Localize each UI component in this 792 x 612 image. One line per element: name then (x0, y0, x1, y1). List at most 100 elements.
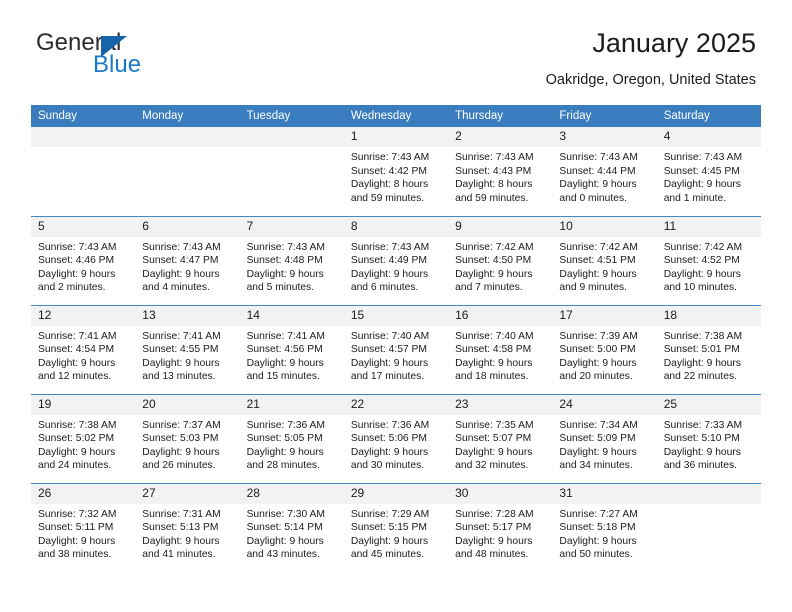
day-details: Sunrise: 7:28 AM Sunset: 5:17 PM Daylight:… (448, 504, 552, 562)
day-number: 22 (343, 394, 449, 415)
calendar-day-cell[interactable]: 27 Sunrise: 7:31 AM Sunset: 5:13 PM Dayligh… (135, 482, 240, 572)
sunset-text: Sunset: 4:54 PM (38, 344, 115, 356)
calendar-day-cell[interactable]: 24 Sunrise: 7:34 AM Sunset: 5:09 PM Dayligh… (552, 393, 657, 483)
sunset-text: Sunset: 4:52 PM (663, 255, 740, 267)
calendar-week-row: 26 Sunrise: 7:32 AM Sunset: 5:11 PM Dayligh… (31, 482, 761, 572)
daylight-text-line1: Daylight: 9 hours (38, 446, 116, 458)
calendar-day-cell[interactable]: 21 Sunrise: 7:36 AM Sunset: 5:05 PM Dayligh… (239, 393, 344, 483)
calendar-day-cell[interactable]: 22 Sunrise: 7:36 AM Sunset: 5:06 PM Dayligh… (343, 393, 449, 483)
daylight-text-line2: and 43 minutes. (246, 549, 320, 561)
calendar-day-cell[interactable]: 11 Sunrise: 7:42 AM Sunset: 4:52 PM Dayligh… (656, 215, 761, 305)
calendar-day-cell[interactable]: 25 Sunrise: 7:33 AM Sunset: 5:10 PM Dayligh… (656, 393, 761, 483)
calendar-day-cell[interactable]: 28 Sunrise: 7:30 AM Sunset: 5:14 PM Dayligh… (239, 482, 344, 572)
calendar-day-cell[interactable]: 17 Sunrise: 7:39 AM Sunset: 5:00 PM Dayligh… (552, 304, 657, 394)
daylight-text-line2: and 41 minutes. (142, 549, 216, 561)
daylight-text-line1: Daylight: 9 hours (142, 446, 220, 458)
calendar-day-cell[interactable]: 2 Sunrise: 7:43 AM Sunset: 4:43 PM Daylight… (448, 127, 553, 216)
sunrise-text: Sunrise: 7:38 AM (38, 419, 117, 431)
daylight-text-line2: and 36 minutes. (663, 460, 737, 472)
sunrise-text: Sunrise: 7:36 AM (350, 419, 430, 431)
calendar-week-row: 5 Sunrise: 7:43 AM Sunset: 4:46 PM Daylight… (31, 215, 761, 305)
day-details: Sunrise: 7:33 AM Sunset: 5:10 PM Daylight:… (657, 415, 761, 473)
calendar-day-cell[interactable]: 7 Sunrise: 7:43 AM Sunset: 4:48 PM Daylight… (239, 215, 344, 305)
calendar-day-cell[interactable]: 23 Sunrise: 7:35 AM Sunset: 5:07 PM Dayligh… (448, 393, 553, 483)
calendar-day-cell[interactable]: 3 Sunrise: 7:43 AM Sunset: 4:44 PM Daylight… (552, 127, 657, 216)
calendar-day-cell[interactable]: 16 Sunrise: 7:40 AM Sunset: 4:58 PM Dayligh… (448, 304, 553, 394)
calendar-day-cell[interactable]: 5 Sunrise: 7:43 AM Sunset: 4:46 PM Daylight… (31, 215, 136, 305)
calendar-day-cell[interactable]: 1 Sunrise: 7:43 AM Sunset: 4:42 PM Daylight… (343, 127, 449, 216)
day-number: 23 (448, 394, 553, 415)
calendar-day-cell[interactable]: 29 Sunrise: 7:29 AM Sunset: 5:15 PM Dayligh… (343, 482, 449, 572)
calendar-day-cell-empty (31, 127, 136, 216)
daylight-text-line2: and 6 minutes. (350, 282, 419, 294)
weekday-header-monday: Monday (135, 105, 240, 127)
day-number: 16 (448, 305, 553, 326)
daylight-text-line1: Daylight: 9 hours (246, 535, 324, 547)
sunset-text: Sunset: 4:45 PM (663, 165, 740, 177)
calendar-day-cell[interactable]: 8 Sunrise: 7:43 AM Sunset: 4:49 PM Daylight… (343, 215, 449, 305)
daylight-text-line2: and 50 minutes. (559, 549, 633, 561)
day-number (239, 127, 344, 147)
daylight-text-line1: Daylight: 8 hours (455, 179, 533, 191)
sunrise-sunset-calendar: Sunday Monday Tuesday Wednesday Thursday… (31, 105, 761, 572)
day-details: Sunrise: 7:43 AM Sunset: 4:48 PM Daylight:… (240, 237, 344, 295)
day-details: Sunrise: 7:43 AM Sunset: 4:49 PM Daylight:… (344, 237, 448, 295)
sunset-text: Sunset: 4:55 PM (142, 344, 219, 356)
calendar-day-cell[interactable]: 6 Sunrise: 7:43 AM Sunset: 4:47 PM Daylight… (135, 215, 240, 305)
sunrise-text: Sunrise: 7:40 AM (455, 330, 534, 342)
calendar-day-cell[interactable]: 9 Sunrise: 7:42 AM Sunset: 4:50 PM Daylight… (448, 215, 553, 305)
sunrise-text: Sunrise: 7:34 AM (559, 419, 638, 431)
sunset-text: Sunset: 5:10 PM (663, 433, 740, 445)
sunset-text: Sunset: 5:02 PM (38, 433, 115, 445)
sunrise-text: Sunrise: 7:42 AM (455, 241, 534, 253)
day-number: 4 (656, 127, 761, 147)
calendar-day-cell[interactable]: 30 Sunrise: 7:28 AM Sunset: 5:17 PM Dayligh… (448, 482, 553, 572)
calendar-day-cell[interactable]: 14 Sunrise: 7:41 AM Sunset: 4:56 PM Dayligh… (239, 304, 344, 394)
daylight-text-line2: and 12 minutes. (38, 371, 112, 383)
calendar-day-cell[interactable]: 12 Sunrise: 7:41 AM Sunset: 4:54 PM Dayligh… (31, 304, 136, 394)
calendar-week-row: 1 Sunrise: 7:43 AM Sunset: 4:42 PM Daylight… (31, 127, 761, 216)
daylight-text-line1: Daylight: 9 hours (455, 535, 533, 547)
generalblue-logo[interactable]: General Blue (36, 30, 216, 90)
daylight-text-line2: and 13 minutes. (142, 371, 216, 383)
calendar-day-cell[interactable]: 26 Sunrise: 7:32 AM Sunset: 5:11 PM Dayligh… (31, 482, 136, 572)
sunrise-text: Sunrise: 7:43 AM (455, 152, 534, 163)
day-number: 5 (31, 216, 136, 237)
calendar-day-cell[interactable]: 31 Sunrise: 7:27 AM Sunset: 5:18 PM Dayligh… (552, 482, 657, 572)
sunrise-text: Sunrise: 7:30 AM (246, 508, 325, 520)
weekday-header-thursday: Thursday (448, 105, 553, 127)
sunrise-text: Sunrise: 7:42 AM (663, 241, 743, 253)
daylight-text-line1: Daylight: 9 hours (455, 268, 533, 280)
sunrise-text: Sunrise: 7:43 AM (350, 241, 430, 253)
day-number: 7 (239, 216, 344, 237)
calendar-day-cell[interactable]: 19 Sunrise: 7:38 AM Sunset: 5:02 PM Dayligh… (31, 393, 136, 483)
calendar-day-cell[interactable]: 4 Sunrise: 7:43 AM Sunset: 4:45 PM Daylight… (656, 127, 761, 216)
sunset-text: Sunset: 4:42 PM (350, 165, 427, 177)
daylight-text-line2: and 28 minutes. (246, 460, 320, 472)
weekday-header-tuesday: Tuesday (239, 105, 344, 127)
daylight-text-line1: Daylight: 9 hours (663, 179, 741, 191)
calendar-day-cell[interactable]: 20 Sunrise: 7:37 AM Sunset: 5:03 PM Dayligh… (135, 393, 240, 483)
day-number: 29 (343, 483, 449, 504)
sunrise-text: Sunrise: 7:36 AM (246, 419, 325, 431)
day-details: Sunrise: 7:32 AM Sunset: 5:11 PM Daylight:… (31, 504, 135, 562)
day-number: 31 (552, 483, 657, 504)
calendar-day-cell[interactable]: 13 Sunrise: 7:41 AM Sunset: 4:55 PM Dayligh… (135, 304, 240, 394)
sunset-text: Sunset: 5:00 PM (559, 344, 636, 356)
day-details: Sunrise: 7:31 AM Sunset: 5:13 PM Daylight:… (135, 504, 239, 562)
calendar-day-cell[interactable]: 18 Sunrise: 7:38 AM Sunset: 5:01 PM Dayligh… (656, 304, 761, 394)
calendar-page: General Blue January 2025 Oakridge, Oreg… (0, 0, 792, 612)
daylight-text-line2: and 32 minutes. (455, 460, 529, 472)
day-number: 24 (552, 394, 657, 415)
day-number (656, 483, 761, 504)
daylight-text-line1: Daylight: 9 hours (142, 535, 220, 547)
day-details: Sunrise: 7:41 AM Sunset: 4:55 PM Daylight:… (135, 326, 239, 384)
calendar-day-cell[interactable]: 15 Sunrise: 7:40 AM Sunset: 4:57 PM Dayligh… (343, 304, 449, 394)
day-details: Sunrise: 7:35 AM Sunset: 5:07 PM Daylight:… (448, 415, 552, 473)
daylight-text-line1: Daylight: 9 hours (663, 268, 741, 280)
day-details: Sunrise: 7:36 AM Sunset: 5:06 PM Daylight:… (344, 415, 448, 473)
calendar-day-cell[interactable]: 10 Sunrise: 7:42 AM Sunset: 4:51 PM Dayligh… (552, 215, 657, 305)
day-number: 6 (135, 216, 240, 237)
day-details: Sunrise: 7:43 AM Sunset: 4:42 PM Daylight:… (344, 147, 448, 205)
sunrise-text: Sunrise: 7:37 AM (142, 419, 221, 431)
